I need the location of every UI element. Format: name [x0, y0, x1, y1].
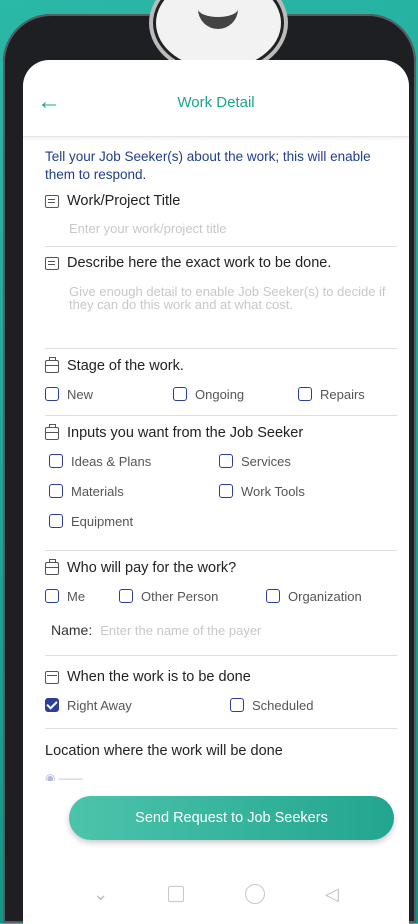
- checkbox-label: Repairs: [320, 386, 365, 402]
- work-title-input[interactable]: Enter your work/project title: [69, 222, 397, 235]
- checkbox-organization[interactable]: Organization: [266, 589, 362, 604]
- checkbox-label: Work Tools: [241, 483, 305, 499]
- checkbox-repairs[interactable]: Repairs: [298, 387, 365, 402]
- payer-section: Who will pay for the work? Me Other Pers…: [45, 551, 397, 656]
- inputs-options-row-2: Materials Work Tools: [45, 476, 397, 506]
- phone-frame: ← Work Detail Tell your Job Seeker(s) ab…: [3, 0, 416, 924]
- payer-name-input[interactable]: Enter the name of the payer: [100, 624, 261, 637]
- title-section: Work/Project Title Enter your work/proje…: [45, 188, 397, 247]
- checkbox-label: Ideas & Plans: [71, 453, 152, 469]
- inputs-section-header: Inputs you want from the Job Seeker: [45, 420, 397, 446]
- stage-section-header: Stage of the work.: [45, 353, 397, 379]
- checkbox-box[interactable]: [119, 589, 133, 603]
- chevron-down-icon[interactable]: ⌄: [93, 884, 108, 905]
- recents-icon[interactable]: [168, 886, 185, 902]
- checkbox-label: New: [67, 386, 94, 402]
- app-screen: ← Work Detail Tell your Job Seeker(s) ab…: [23, 60, 409, 924]
- stage-section-label: Stage of the work.: [67, 358, 184, 374]
- checkbox-box[interactable]: [219, 454, 233, 468]
- checkbox-me[interactable]: Me: [45, 589, 119, 604]
- inputs-section: Inputs you want from the Job Seeker Idea…: [45, 416, 397, 551]
- system-nav-bar: ⌄ ◁: [23, 864, 409, 924]
- checkbox-scheduled[interactable]: Scheduled: [230, 698, 313, 713]
- inputs-options-row-3: Equipment: [45, 506, 397, 536]
- location-field-peek: ◉ ——: [45, 771, 83, 781]
- page-title: Work Detail: [177, 94, 255, 111]
- checkbox-label: Right Away: [67, 697, 132, 713]
- checkbox-box[interactable]: [49, 514, 63, 528]
- calendar-icon: [45, 670, 59, 684]
- checkbox-box[interactable]: [45, 387, 59, 401]
- checkbox-label: Other Person: [141, 588, 219, 604]
- checkbox-right-away[interactable]: Right Away: [45, 698, 230, 713]
- intro-text: Tell your Job Seeker(s) about the work; …: [45, 149, 371, 182]
- briefcase-icon: [45, 558, 59, 575]
- when-options: Right Away Scheduled: [45, 690, 397, 720]
- describe-section-label: Describe here the exact work to be done.: [67, 255, 332, 271]
- checkbox-label: Ongoing: [195, 386, 245, 402]
- home-icon[interactable]: [244, 884, 265, 904]
- checkbox-box[interactable]: [49, 454, 63, 468]
- checkbox-ongoing[interactable]: Ongoing: [173, 387, 298, 402]
- when-section-label: When the work is to be done: [67, 669, 251, 685]
- inputs-options-row-1: Ideas & Plans Services: [45, 446, 397, 476]
- payer-name-row: Name: Enter the name of the payer: [51, 611, 397, 649]
- checkbox-new[interactable]: New: [45, 387, 173, 402]
- describe-section-header: Describe here the exact work to be done.: [45, 250, 397, 276]
- checkbox-work-tools[interactable]: Work Tools: [219, 484, 305, 499]
- back-triangle-icon[interactable]: ◁: [325, 884, 339, 905]
- when-section: When the work is to be done Right Away S…: [45, 656, 397, 729]
- stage-options: New Ongoing Repairs: [45, 379, 397, 409]
- form-content: Tell your Job Seeker(s) about the work; …: [23, 148, 409, 781]
- location-section-label: Location where the work will be done: [45, 743, 283, 759]
- briefcase-icon: [45, 356, 59, 373]
- when-section-header: When the work is to be done: [45, 664, 397, 690]
- work-description-input[interactable]: Give enough detail to enable Job Seeker(…: [69, 285, 391, 311]
- payer-section-header: Who will pay for the work?: [45, 555, 397, 581]
- checkbox-box[interactable]: [49, 484, 63, 498]
- stage-section: Stage of the work. New Ongoing Repairs: [45, 349, 397, 416]
- payer-options: Me Other Person Organization: [45, 581, 397, 611]
- checkbox-label: Scheduled: [252, 697, 314, 713]
- title-section-header: Work/Project Title: [45, 188, 397, 214]
- checkbox-box-checked[interactable]: [45, 698, 59, 712]
- checkbox-label: Equipment: [71, 513, 134, 529]
- checkbox-box[interactable]: [266, 589, 280, 603]
- checkbox-label: Organization: [288, 588, 362, 604]
- checkbox-equipment[interactable]: Equipment: [49, 514, 133, 529]
- briefcase-icon: [45, 423, 59, 440]
- inputs-section-label: Inputs you want from the Job Seeker: [67, 425, 304, 441]
- checkbox-box[interactable]: [230, 698, 244, 712]
- checkbox-label: Materials: [71, 483, 124, 499]
- checkbox-label: Me: [67, 588, 86, 604]
- payer-section-label: Who will pay for the work?: [67, 560, 237, 576]
- checkbox-box[interactable]: [219, 484, 233, 498]
- title-section-label: Work/Project Title: [67, 193, 181, 209]
- checkbox-services[interactable]: Services: [219, 454, 291, 469]
- checkbox-box[interactable]: [298, 387, 312, 401]
- message-icon: [45, 256, 59, 270]
- checkbox-box[interactable]: [45, 589, 59, 603]
- checkbox-materials[interactable]: Materials: [49, 484, 219, 499]
- payer-name-label: Name:: [51, 622, 93, 638]
- checkbox-ideas-plans[interactable]: Ideas & Plans: [49, 454, 219, 469]
- message-icon: [45, 194, 59, 208]
- app-bar: ← Work Detail: [23, 60, 409, 137]
- checkbox-label: Services: [241, 453, 291, 469]
- send-request-button[interactable]: Send Request to Job Seekers: [69, 796, 394, 840]
- describe-section: Describe here the exact work to be done.…: [45, 247, 397, 349]
- checkbox-other-person[interactable]: Other Person: [119, 589, 266, 604]
- checkbox-box[interactable]: [173, 387, 187, 401]
